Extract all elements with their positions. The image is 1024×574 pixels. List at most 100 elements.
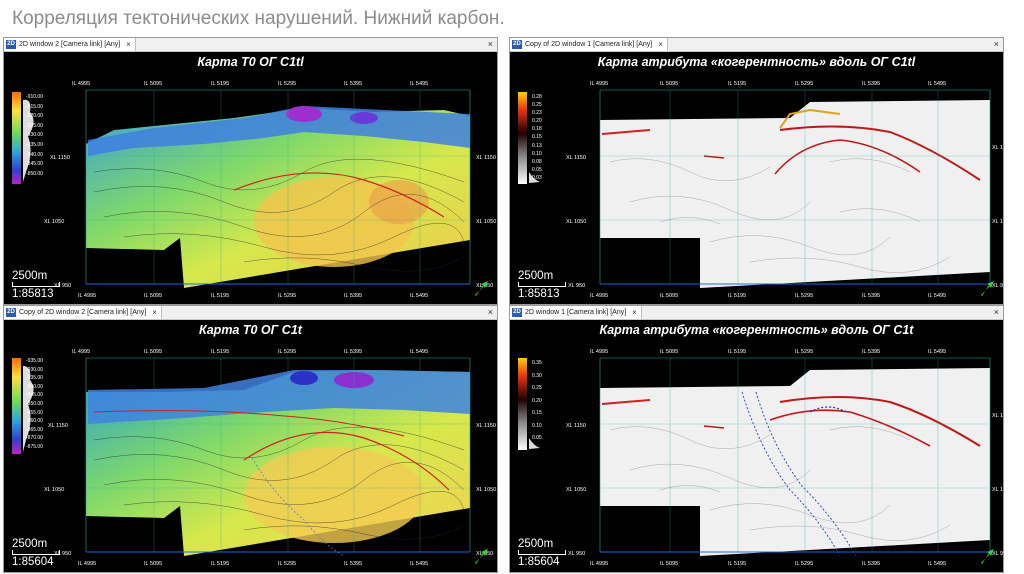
- il-label: IL 5095: [660, 561, 678, 567]
- legend-labels: 0.28 0.25 0.23 0.20 0.18 0.15 0.13 0.10 0.08 0…: [532, 94, 542, 181]
- window-tabbar: 2D 2D window 2 [Camera link] [Any] × ×: [4, 38, 497, 52]
- north-arrow-icon: [981, 281, 994, 296]
- il-label: IL 5395: [862, 561, 880, 567]
- scale-text: 2500m: [12, 270, 48, 282]
- xl-label: XL 1050: [476, 487, 496, 493]
- window-t0-c1t[interactable]: 2D Copy of 2D window 2 [Camera link] [An…: [3, 305, 498, 573]
- close-icon[interactable]: ×: [126, 40, 131, 49]
- coherence-map[interactable]: IL 4995 IL 5095 IL 5195 IL 5295 IL 5395 …: [510, 320, 1003, 572]
- il-label: IL 5395: [862, 81, 880, 87]
- window-caption: Карта атрибута «когерентность» вдоль ОГ …: [597, 55, 916, 69]
- xl-label: XL 1050: [476, 219, 496, 225]
- scale-ratio: 1:85813: [518, 288, 560, 300]
- il-label: IL 4995: [78, 293, 96, 299]
- 2d-window-icon: 2D: [512, 40, 522, 49]
- window-tab[interactable]: 2D Copy of 2D window 1 [Camera link] [An…: [510, 38, 668, 51]
- il-label: IL 5495: [410, 349, 428, 355]
- il-label: IL 5095: [660, 349, 678, 355]
- window-tab-label: 2D window 1 [Camera link] [Any]: [525, 309, 627, 316]
- il-label: IL 4995: [72, 349, 90, 355]
- il-label: IL 5295: [278, 561, 296, 567]
- close-icon[interactable]: ×: [994, 38, 999, 51]
- legend-labels: -910.00 -915.00 -920.00 -925.00 -930.00 -935…: [26, 94, 43, 177]
- window-coherence-c1tl[interactable]: 2D Copy of 2D window 1 [Camera link] [An…: [509, 37, 1004, 305]
- xl-label: XL 1050: [44, 219, 64, 225]
- il-label: IL 5095: [660, 293, 678, 299]
- il-label: IL 5395: [344, 561, 362, 567]
- il-label: IL 4995: [72, 81, 90, 87]
- close-icon[interactable]: ×: [488, 306, 493, 319]
- il-label: IL 5295: [795, 349, 813, 355]
- il-label: IL 5395: [344, 81, 362, 87]
- il-label: IL 5295: [278, 81, 296, 87]
- 2d-window-icon: 2D: [6, 40, 16, 49]
- il-label: IL 5295: [795, 561, 813, 567]
- xl-label: XL 1050: [992, 487, 1003, 493]
- il-label: IL 5395: [344, 293, 362, 299]
- xl-label: XL 950: [568, 551, 585, 557]
- window-tab-label: Copy of 2D window 2 [Camera link] [Any]: [19, 309, 147, 316]
- north-arrow-icon: [475, 549, 488, 564]
- il-label: IL 4995: [590, 561, 608, 567]
- il-label: IL 5095: [144, 81, 162, 87]
- xl-label: XL 1150: [476, 423, 496, 429]
- xl-label: XL 1150: [50, 155, 70, 161]
- il-label: IL 5195: [211, 349, 229, 355]
- il-label: IL 5495: [928, 81, 946, 87]
- window-tabbar: 2D Copy of 2D window 1 [Camera link] [An…: [510, 38, 1003, 52]
- il-label: IL 5495: [928, 349, 946, 355]
- scale-bar: 2500m 1:85604: [518, 538, 566, 568]
- il-label: IL 5395: [862, 349, 880, 355]
- xl-label: XL 1050: [44, 487, 64, 493]
- il-label: IL 5095: [660, 81, 678, 87]
- il-label: IL 5495: [410, 293, 428, 299]
- il-label: IL 4995: [78, 561, 96, 567]
- scale-text: 2500m: [518, 538, 554, 550]
- window-tabbar: 2D 2D window 1 [Camera link] [Any] × ×: [510, 306, 1003, 320]
- il-label: IL 4995: [590, 81, 608, 87]
- window-tab[interactable]: 2D Copy of 2D window 2 [Camera link] [An…: [4, 306, 162, 319]
- il-label: IL 5195: [728, 293, 746, 299]
- close-icon[interactable]: ×: [658, 40, 663, 49]
- xl-label: XL 1150: [476, 155, 496, 161]
- window-tab[interactable]: 2D 2D window 1 [Camera link] [Any] ×: [510, 306, 642, 319]
- il-label: IL 5195: [211, 293, 229, 299]
- close-icon[interactable]: ×: [152, 308, 157, 317]
- xl-label: XL 1050: [992, 219, 1003, 225]
- scale-text: 2500m: [12, 538, 48, 550]
- 2d-window-icon: 2D: [6, 308, 16, 317]
- scale-bar: 2500m 1:85813: [12, 270, 60, 300]
- il-label: IL 5495: [410, 561, 428, 567]
- window-t0-c1tl[interactable]: 2D 2D window 2 [Camera link] [Any] × × I…: [3, 37, 498, 305]
- il-label: IL 5095: [144, 349, 162, 355]
- xl-label: XL 1150: [566, 423, 586, 429]
- il-label: IL 5395: [862, 293, 880, 299]
- il-label: IL 5395: [344, 349, 362, 355]
- xl-label: XL 1150: [566, 155, 586, 161]
- scale-ratio: 1:85813: [12, 288, 54, 300]
- il-label: IL 5295: [795, 81, 813, 87]
- xl-label: XL 950: [568, 283, 585, 289]
- depth-map[interactable]: IL 4995 IL 5095 IL 5195 IL 5295 IL 5395 …: [4, 52, 497, 304]
- window-caption: Карта Т0 ОГ C1t: [199, 323, 302, 337]
- il-label: IL 5195: [728, 81, 746, 87]
- depth-map[interactable]: IL 4995 IL 5095 IL 5195 IL 5295 IL 5395 …: [4, 320, 497, 572]
- il-label: IL 5095: [144, 293, 162, 299]
- scale-ratio: 1:85604: [518, 556, 560, 568]
- window-tab[interactable]: 2D 2D window 2 [Camera link] [Any] ×: [4, 38, 136, 51]
- slide-title: Корреляция тектонических нарушений. Нижн…: [12, 8, 505, 29]
- north-arrow-icon: [981, 549, 994, 564]
- close-icon[interactable]: ×: [994, 306, 999, 319]
- il-label: IL 5295: [278, 293, 296, 299]
- xl-label: XL 1150: [992, 413, 1003, 419]
- coherence-map[interactable]: IL 4995 IL 5095 IL 5195 IL 5295 IL 5395 …: [510, 52, 1003, 304]
- window-caption: Карта Т0 ОГ C1tl: [197, 55, 304, 69]
- close-icon[interactable]: ×: [488, 38, 493, 51]
- xl-label: XL 1050: [566, 487, 586, 493]
- window-coherence-c1t[interactable]: 2D 2D window 1 [Camera link] [Any] × × I…: [509, 305, 1004, 573]
- 2d-window-icon: 2D: [512, 308, 522, 317]
- close-icon[interactable]: ×: [632, 308, 637, 317]
- il-label: IL 5195: [211, 561, 229, 567]
- il-label: IL 5295: [795, 293, 813, 299]
- window-caption: Карта атрибута «когерентность» вдоль ОГ …: [599, 323, 914, 337]
